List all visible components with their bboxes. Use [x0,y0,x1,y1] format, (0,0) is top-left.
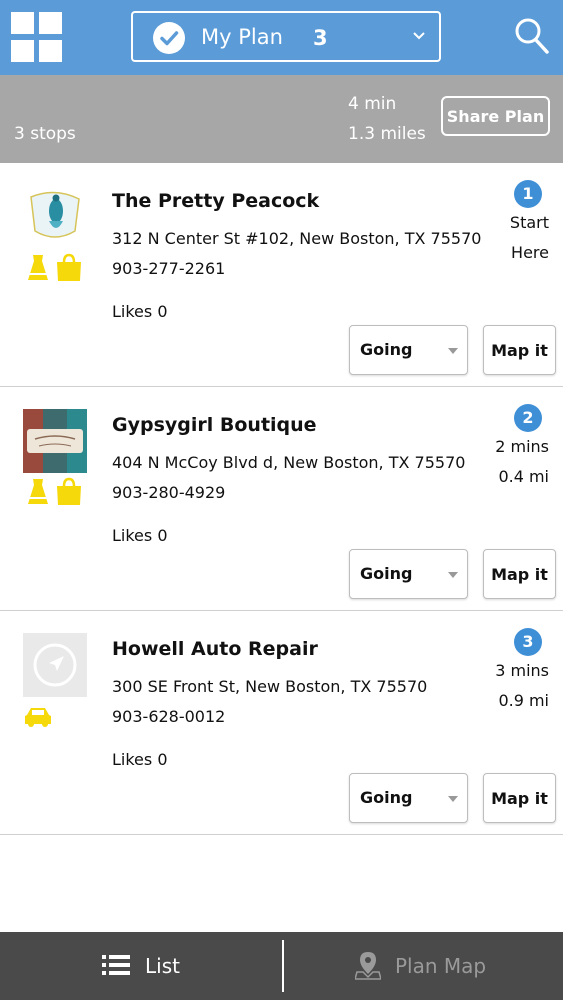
share-plan-button[interactable]: Share Plan [441,96,550,136]
stop-number-badge: 2 [514,404,542,432]
list-item[interactable]: Howell Auto Repair 300 SE Front St, New … [0,611,563,835]
tab-list-label: List [145,954,180,978]
stop-distance: 0.4 mi [498,467,549,486]
stop-distance-time: Start [509,213,549,232]
stop-likes: Likes 0 [112,750,168,769]
grid-menu-icon[interactable] [11,12,62,62]
shopping-bag-icon [57,253,81,281]
going-label: Going [360,340,413,359]
tab-plan-map-label: Plan Map [395,954,487,978]
stop-name[interactable]: Howell Auto Repair [112,638,318,660]
total-distance: 1.3 miles [348,124,426,144]
dress-icon [28,255,48,280]
tab-divider [282,940,284,992]
stop-number-badge: 3 [514,628,542,656]
caret-down-icon [448,796,458,802]
dress-icon [28,479,48,504]
stop-distance-time: 2 mins [495,437,549,456]
pretty-peacock-logo [23,185,87,249]
list-item[interactable]: Gypsygirl Boutique 404 N McCoy Blvd d, N… [0,387,563,611]
stop-distance-time: 3 mins [495,661,549,680]
stop-likes: Likes 0 [112,526,168,545]
map-pin-icon [355,952,381,980]
stop-distance: Here [511,243,549,262]
car-icon [25,708,51,727]
plan-summary-bar: 3 stops 4 min 1.3 miles Share Plan [0,75,563,163]
going-dropdown[interactable]: Going [349,773,468,823]
stop-name[interactable]: The Pretty Peacock [112,190,319,212]
stop-address: 312 N Center St #102, New Boston, TX 755… [112,229,482,248]
plan-selector[interactable]: My Plan 3 [131,11,441,62]
bottom-tab-bar: List Plan Map [0,932,563,1000]
chevron-down-icon [413,32,425,40]
check-circle-icon [153,22,185,54]
stop-likes: Likes 0 [112,302,168,321]
plan-count: 3 [313,26,328,50]
caret-down-icon [448,348,458,354]
going-dropdown[interactable]: Going [349,549,468,599]
shopping-bag-icon [57,477,81,505]
stop-address: 300 SE Front St, New Boston, TX 75570 [112,677,428,696]
stop-number-badge: 1 [514,180,542,208]
placeholder-logo [23,633,87,697]
going-label: Going [360,788,413,807]
list-icon [102,955,130,975]
total-time: 4 min [348,94,397,114]
tab-list[interactable]: List [0,932,283,1000]
map-it-button[interactable]: Map it [483,773,556,823]
stop-phone[interactable]: 903-277-2261 [112,259,225,278]
list-item[interactable]: The Pretty Peacock 312 N Center St #102,… [0,163,563,387]
tab-plan-map[interactable]: Plan Map [285,932,563,1000]
stop-phone[interactable]: 903-628-0012 [112,707,225,726]
map-it-button[interactable]: Map it [483,325,556,375]
stops-count: 3 stops [14,124,76,144]
caret-down-icon [448,572,458,578]
gypsygirl-logo [23,409,87,473]
search-icon[interactable] [514,17,550,55]
going-label: Going [360,564,413,583]
stop-distance: 0.9 mi [498,691,549,710]
plan-label: My Plan [201,25,283,49]
going-dropdown[interactable]: Going [349,325,468,375]
stop-address: 404 N McCoy Blvd d, New Boston, TX 75570 [112,453,466,472]
stop-phone[interactable]: 903-280-4929 [112,483,225,502]
top-header: My Plan 3 [0,0,563,75]
stop-name[interactable]: Gypsygirl Boutique [112,414,317,436]
map-it-button[interactable]: Map it [483,549,556,599]
